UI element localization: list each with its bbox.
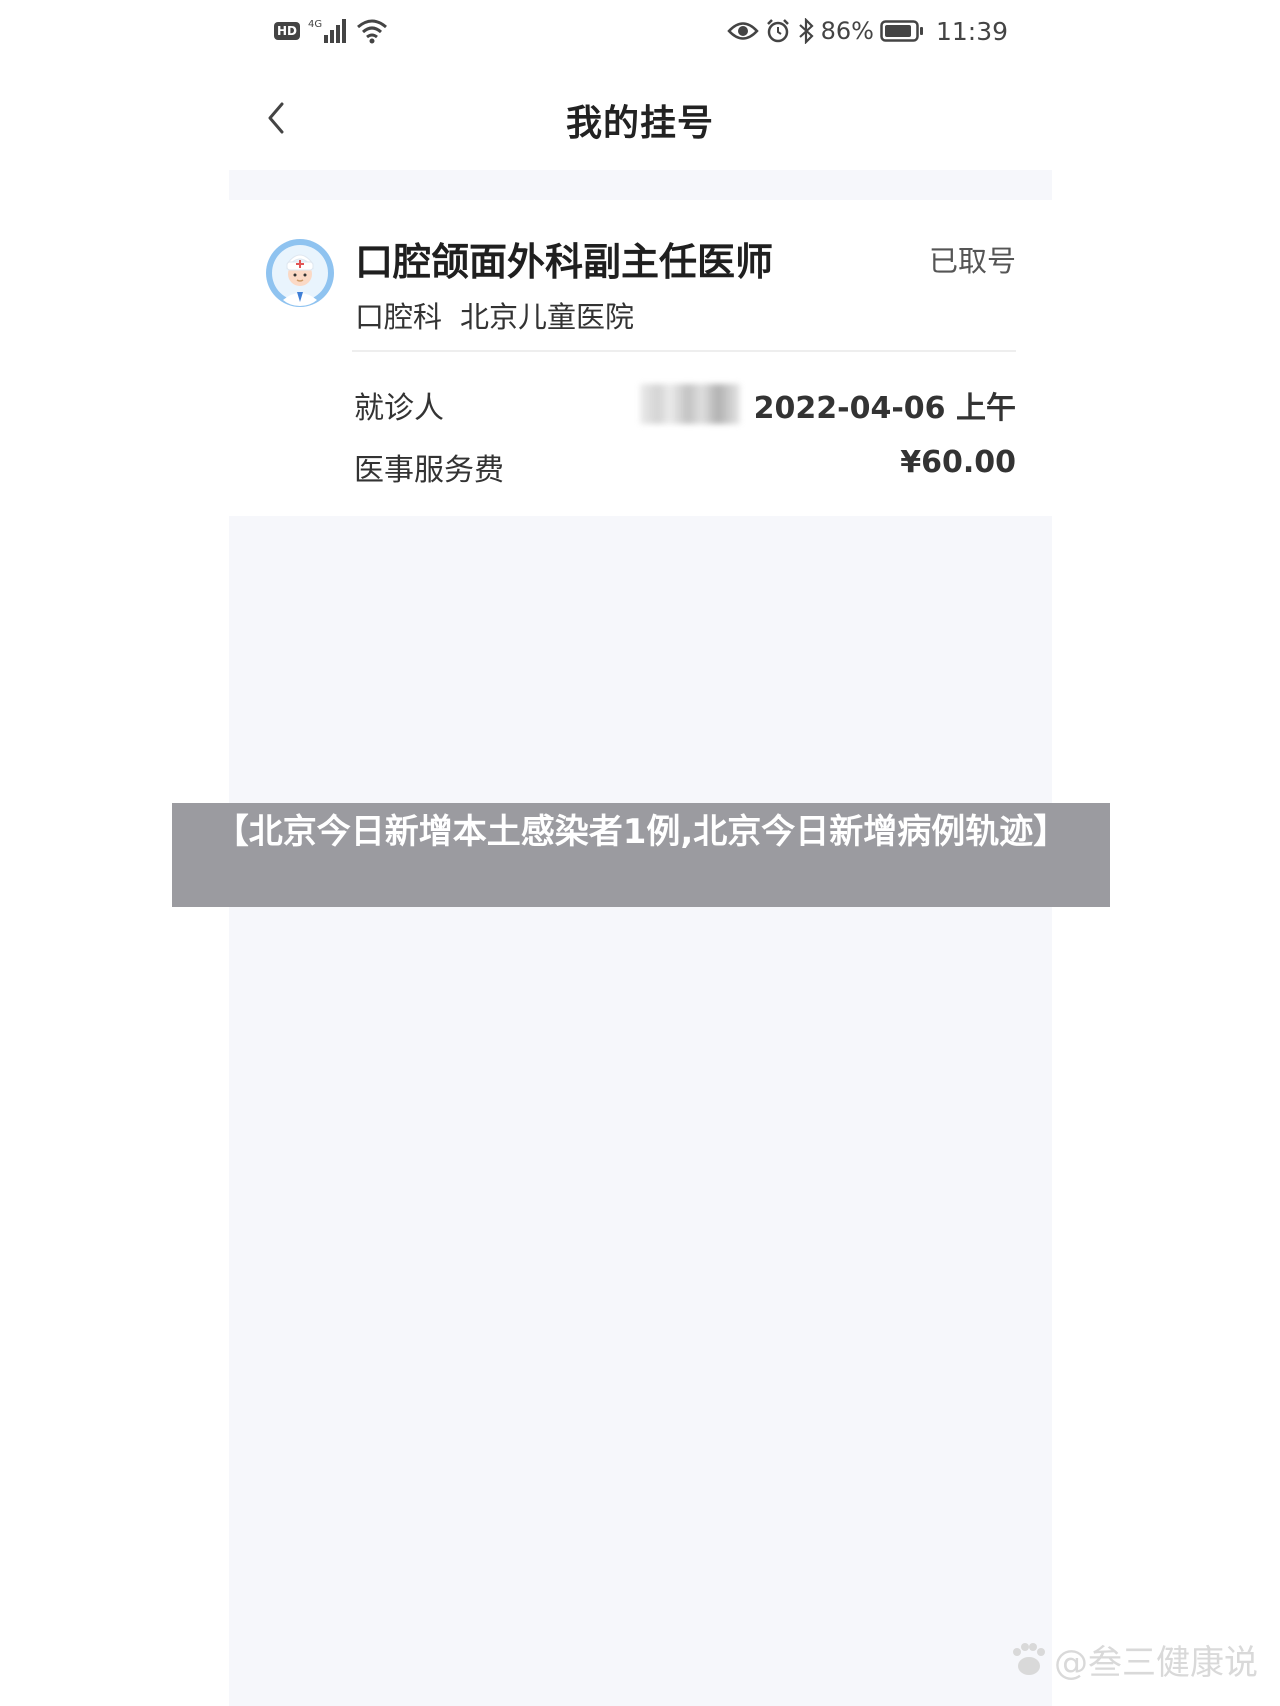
divider bbox=[352, 350, 1016, 352]
paw-logo-icon bbox=[1008, 1642, 1048, 1678]
patient-label: 就诊人 bbox=[354, 391, 444, 426]
fee-value: ¥60.00 bbox=[900, 445, 1016, 480]
watermark: @叁三健康说 bbox=[1008, 1635, 1258, 1684]
watermark-text: @叁三健康说 bbox=[1054, 1643, 1258, 1683]
department-hospital-row: 口腔科 北京儿童医院 bbox=[355, 294, 634, 336]
status-bar-right: 86% 11:39 bbox=[726, 14, 1008, 48]
doctor-title: 口腔颌面外科副主任医师 bbox=[355, 240, 774, 284]
bluetooth-icon bbox=[797, 18, 815, 44]
patient-name-redacted bbox=[640, 384, 740, 424]
hd-badge: HD bbox=[274, 22, 301, 40]
fee-label: 医事服务费 bbox=[354, 453, 504, 488]
status-badge: 已取号 bbox=[928, 244, 1016, 278]
screenshot-page: HD 4G 86% 11:39 我的挂号 口腔颌面外科副主任医师 已取号 口腔科… bbox=[0, 0, 1280, 1706]
alarm-icon bbox=[765, 18, 791, 44]
network-type-label: 4G bbox=[308, 19, 322, 30]
doctor-avatar bbox=[265, 238, 335, 308]
hospital-label: 北京儿童医院 bbox=[460, 300, 635, 334]
page-title: 我的挂号 bbox=[565, 103, 714, 144]
overlay-banner: 【北京今日新增本土感染者1例,北京今日新增病例轨迹】 bbox=[172, 803, 1110, 907]
department-label: 口腔科 bbox=[355, 300, 443, 334]
battery-icon bbox=[880, 19, 924, 43]
clock: 11:39 bbox=[935, 16, 1008, 46]
status-bar: HD 4G 86% 11:39 bbox=[0, 0, 1280, 64]
signal-icon: 4G bbox=[308, 17, 348, 45]
status-bar-left: HD 4G bbox=[274, 16, 388, 46]
patient-datetime: 2022-04-06 上午 bbox=[753, 391, 1016, 426]
battery-percent: 86% bbox=[820, 17, 874, 45]
nav-bar: 我的挂号 bbox=[0, 80, 1280, 158]
wifi-icon bbox=[356, 17, 388, 45]
eye-icon bbox=[726, 20, 759, 42]
